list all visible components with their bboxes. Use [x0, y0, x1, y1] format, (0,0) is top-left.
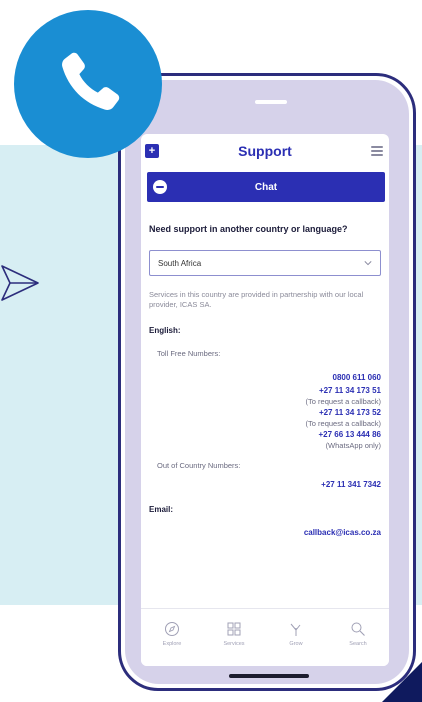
phone-call-badge [14, 10, 162, 158]
nav-label: Search [349, 641, 367, 647]
nav-item-services[interactable]: Services [209, 621, 259, 647]
search-icon [351, 622, 365, 636]
toll-free-label: Toll Free Numbers: [157, 349, 221, 358]
email-link[interactable]: callback@icas.co.za [149, 528, 381, 537]
bottom-nav: Explore Services Grow Search [141, 608, 389, 666]
out-of-country-label: Out of Country Numbers: [157, 461, 241, 470]
sprout-icon [290, 623, 301, 636]
english-label: English: [149, 326, 181, 335]
country-select[interactable]: South Africa [149, 250, 381, 276]
phone-icon [62, 52, 120, 110]
nav-label: Services [223, 641, 245, 647]
send-arrow-icon [1, 265, 39, 301]
grid-icon [227, 622, 241, 636]
support-question: Need support in another country or langu… [149, 224, 348, 234]
country-select-value: South Africa [158, 258, 202, 268]
email-label: Email: [149, 505, 174, 514]
nav-item-explore[interactable]: Explore [147, 621, 197, 647]
phone-screen: + Support Chat Need support in another c… [141, 134, 389, 666]
out-of-country-number-link[interactable]: +27 11 341 7342 [149, 480, 381, 489]
chevron-down-icon [364, 261, 372, 266]
hamburger-menu-icon[interactable] [371, 146, 383, 156]
phone-number-link[interactable]: +27 11 34 173 51 [149, 385, 381, 396]
phone-number-note: (To request a callback) [305, 419, 381, 428]
phone-mockup: + Support Chat Need support in another c… [118, 73, 416, 691]
app-header: + Support [141, 134, 389, 168]
home-indicator [229, 674, 309, 678]
support-content: Need support in another country or langu… [141, 224, 389, 537]
chat-button-label: Chat [254, 181, 278, 193]
nav-item-search[interactable]: Search [333, 621, 383, 647]
nav-label: Grow [289, 641, 303, 647]
phone-number-note: (To request a callback) [305, 397, 381, 406]
phone-number-link[interactable]: 0800 611 060 [149, 372, 382, 383]
chat-bubble-icon [153, 180, 167, 194]
compass-icon [165, 622, 179, 636]
nav-label: Explore [162, 641, 182, 647]
phone-number-link[interactable]: +27 66 13 444 86 [149, 429, 381, 440]
phone-number-note: (WhatsApp only) [325, 441, 381, 450]
page-title: Support [238, 143, 292, 159]
phone-number-link[interactable]: +27 11 34 173 52 [149, 407, 381, 418]
app-logo-icon[interactable]: + [145, 144, 159, 158]
toll-free-list: 0800 611 060 +27 11 34 173 51 (To reques… [149, 372, 381, 451]
nav-item-grow[interactable]: Grow [271, 621, 321, 647]
phone-speaker [255, 100, 287, 104]
partner-note: Services in this country are provided in… [149, 290, 364, 309]
chat-button[interactable]: Chat [147, 172, 385, 202]
